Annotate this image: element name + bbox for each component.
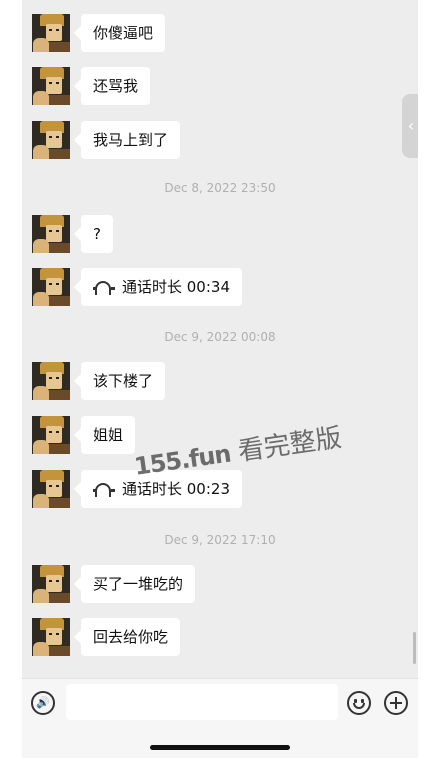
chevron-left-icon: ‹ xyxy=(407,116,415,135)
plus-button[interactable] xyxy=(384,691,408,715)
message-text: 你傻逼吧 xyxy=(93,24,154,42)
message-text: 该下楼了 xyxy=(93,372,154,390)
avatar[interactable] xyxy=(32,565,70,603)
message-text: ? xyxy=(93,225,101,243)
call-duration-text: 通话时长 00:34 xyxy=(122,278,230,296)
avatar[interactable] xyxy=(32,470,70,508)
message-input[interactable] xyxy=(66,684,338,720)
timestamp: Dec 9, 2022 00:08 xyxy=(164,330,276,344)
timestamp: Dec 8, 2022 23:50 xyxy=(164,181,276,195)
avatar[interactable] xyxy=(32,215,70,253)
timestamp: Dec 9, 2022 17:10 xyxy=(164,533,276,547)
phone-hangup-icon xyxy=(93,281,115,295)
message-bubble[interactable]: 买了一堆吃的 xyxy=(81,565,196,603)
avatar[interactable] xyxy=(32,618,70,656)
message-bubble[interactable]: 回去给你吃 xyxy=(81,618,181,656)
avatar[interactable] xyxy=(32,67,70,105)
avatar[interactable] xyxy=(32,14,70,52)
message-bubble[interactable]: 我马上到了 xyxy=(81,121,181,159)
message-text: 还骂我 xyxy=(93,77,139,95)
message-text: 回去给你吃 xyxy=(93,628,169,646)
message-bubble[interactable]: ? xyxy=(81,215,113,253)
home-indicator xyxy=(150,745,290,750)
side-panel-toggle[interactable]: ‹ xyxy=(402,94,418,158)
call-duration-text: 通话时长 00:23 xyxy=(122,480,230,498)
message-bubble[interactable]: 还骂我 xyxy=(81,67,151,105)
avatar[interactable] xyxy=(32,416,70,454)
voice-button[interactable]: 🔊 xyxy=(31,691,55,715)
message-bubble[interactable]: 该下楼了 xyxy=(81,362,166,400)
avatar[interactable] xyxy=(32,121,70,159)
scrollbar[interactable] xyxy=(413,632,416,664)
input-bar: 🔊 xyxy=(22,678,418,758)
avatar[interactable] xyxy=(32,268,70,306)
message-bubble[interactable]: 你傻逼吧 xyxy=(81,14,166,52)
message-bubble[interactable]: 姐姐 xyxy=(81,416,136,454)
message-text: 买了一堆吃的 xyxy=(93,575,184,593)
chat-window: 你傻逼吧 还骂我 我马上到了 Dec 8, 2022 23:50 ? 通话时长 … xyxy=(22,0,418,758)
voice-icon: 🔊 xyxy=(36,696,50,709)
message-text: 姐姐 xyxy=(93,426,124,444)
call-record-bubble[interactable]: 通话时长 00:34 xyxy=(81,268,242,306)
phone-hangup-icon xyxy=(93,483,115,497)
message-text: 我马上到了 xyxy=(93,131,169,149)
emoji-button[interactable] xyxy=(347,691,371,715)
avatar[interactable] xyxy=(32,362,70,400)
